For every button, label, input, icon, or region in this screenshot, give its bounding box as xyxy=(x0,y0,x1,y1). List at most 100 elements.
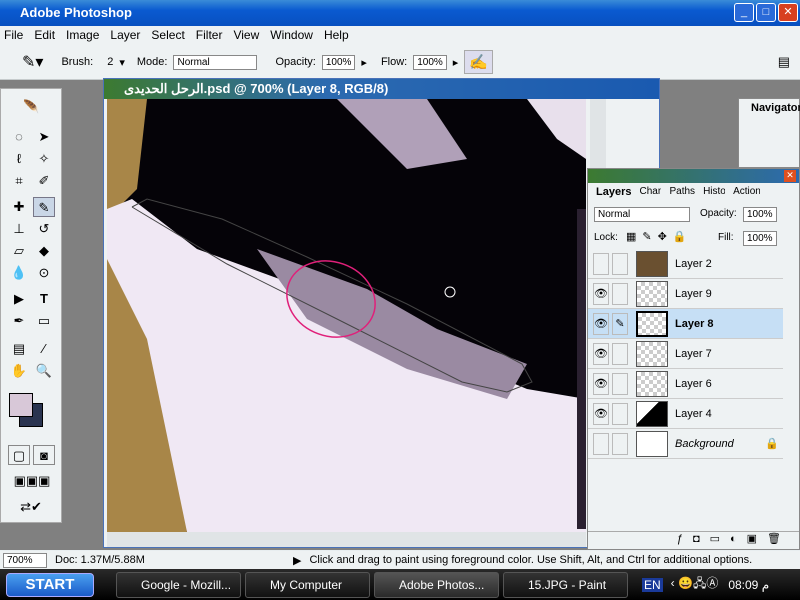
brush-size-picker[interactable]: 2 xyxy=(107,56,113,68)
link-toggle[interactable] xyxy=(612,402,628,425)
brush-tool-preset-icon[interactable]: ✎▾ xyxy=(22,52,43,72)
layer-row[interactable]: 👁 Layer 4 xyxy=(588,399,783,429)
flow-input[interactable]: 100% xyxy=(413,54,447,70)
eye-icon[interactable]: 👁 xyxy=(593,372,609,395)
visibility-toggle[interactable] xyxy=(593,432,609,455)
link-toggle[interactable] xyxy=(612,342,628,365)
task-paint[interactable]: 15.JPG - Paint xyxy=(503,571,628,598)
flow-slider-arrow[interactable]: ▸ xyxy=(453,56,459,69)
layer-opacity-label: Opacity: xyxy=(700,208,737,219)
layer-thumbnail xyxy=(636,340,668,367)
horizontal-scrollbar[interactable] xyxy=(107,532,586,547)
layer-row[interactable]: 👁 Layer 7 xyxy=(588,339,783,369)
opacity-input[interactable]: 100% xyxy=(321,54,356,70)
tab-layers[interactable]: Layers xyxy=(596,186,631,198)
layer-row[interactable]: 👁 Layer 6 xyxy=(588,369,783,399)
zoom-tool-icon[interactable]: 🔍 xyxy=(33,361,55,381)
hand-tool-icon[interactable]: ✋ xyxy=(8,361,30,381)
paint-bucket-icon[interactable]: ◆ xyxy=(33,241,55,261)
tab-navigator[interactable]: Navigator xyxy=(739,99,800,114)
marquee-tool-icon[interactable]: ◌ xyxy=(8,127,30,147)
brush-tool-icon[interactable]: ✎ xyxy=(33,197,55,217)
quick-mask-icon[interactable]: ◙ xyxy=(33,445,55,465)
task-photoshop[interactable]: Adobe Photos... xyxy=(374,571,499,598)
dodge-tool-icon[interactable]: ⊙ xyxy=(33,263,55,283)
menu-layer[interactable]: Layer xyxy=(110,28,140,45)
airbrush-icon[interactable]: ✍ xyxy=(464,50,494,74)
canvas[interactable] xyxy=(107,99,586,532)
close-button[interactable]: ✕ xyxy=(778,3,798,22)
layer-row[interactable]: 👁 Layer 9 xyxy=(588,279,783,309)
menu-select[interactable]: Select xyxy=(151,28,184,45)
layer-opacity-input[interactable]: 100% xyxy=(743,207,777,222)
lock-label: Lock: xyxy=(594,232,618,243)
brush-icon[interactable]: ✎ xyxy=(612,312,628,335)
mode-select[interactable]: Normal xyxy=(173,54,258,70)
tray-icons[interactable]: ‹ 😀🖧Ⓐ xyxy=(671,574,719,595)
lock-icons[interactable]: ▦✎✥🔒 xyxy=(626,230,693,243)
brush-label: Brush: xyxy=(61,56,94,68)
path-selection-icon[interactable]: ▶ xyxy=(8,289,30,309)
layer-row-selected[interactable]: 👁 ✎ Layer 8 xyxy=(588,309,783,339)
lasso-tool-icon[interactable]: ℓ xyxy=(8,149,30,169)
eyedropper-icon[interactable]: ⁄ xyxy=(33,339,55,359)
healing-brush-icon[interactable]: ✚ xyxy=(8,197,30,217)
fill-input[interactable]: 100% xyxy=(743,231,777,246)
menu-help[interactable]: Help xyxy=(324,28,349,45)
layer-row[interactable]: Layer 2 xyxy=(588,249,783,279)
title-bar: Adobe Photoshop xyxy=(0,0,800,26)
task-my-computer[interactable]: My Computer xyxy=(245,571,370,598)
move-tool-icon[interactable]: ➤ xyxy=(33,127,55,147)
slice-tool-icon[interactable]: ✐ xyxy=(33,171,55,191)
rectangle-tool-icon[interactable]: ▭ xyxy=(33,311,55,331)
tab-paths[interactable]: Paths xyxy=(669,186,695,198)
menu-filter[interactable]: Filter xyxy=(196,28,223,45)
layer-row[interactable]: Background 🔒 xyxy=(588,429,783,459)
start-button[interactable]: START xyxy=(6,572,94,597)
opacity-slider-arrow[interactable]: ▸ xyxy=(361,56,367,69)
history-brush-icon[interactable]: ↺ xyxy=(33,219,55,239)
zoom-level-input[interactable]: 700% xyxy=(3,552,47,568)
palette-well-icon[interactable]: ▤ xyxy=(778,54,790,70)
blend-mode-select[interactable]: Normal xyxy=(594,207,690,222)
magic-wand-icon[interactable]: ✧ xyxy=(33,149,55,169)
screen-mode-icons[interactable]: ▣▣▣ xyxy=(5,471,59,491)
maximize-button[interactable]: □ xyxy=(756,3,776,22)
jump-to-imageready-icon[interactable]: ⇄✔ xyxy=(8,497,54,517)
standard-mode-icon[interactable]: ▢ xyxy=(8,445,30,465)
menu-image[interactable]: Image xyxy=(66,28,99,45)
minimize-button[interactable]: _ xyxy=(734,3,754,22)
visibility-toggle[interactable] xyxy=(593,252,609,275)
menu-edit[interactable]: Edit xyxy=(34,28,55,45)
menu-window[interactable]: Window xyxy=(270,28,313,45)
eye-icon[interactable]: 👁 xyxy=(593,402,609,425)
menu-view[interactable]: View xyxy=(233,28,259,45)
crop-tool-icon[interactable]: ⌗ xyxy=(8,171,30,191)
eye-icon[interactable]: 👁 xyxy=(593,342,609,365)
notes-tool-icon[interactable]: ▤ xyxy=(8,339,30,359)
panel-close-icon[interactable]: ✕ xyxy=(784,170,796,182)
pen-tool-icon[interactable]: ✒ xyxy=(8,311,30,331)
layer-name: Layer 9 xyxy=(675,287,712,300)
link-toggle[interactable] xyxy=(612,282,628,305)
link-toggle[interactable] xyxy=(612,432,628,455)
eye-icon[interactable]: 👁 xyxy=(593,312,609,335)
doc-size[interactable]: Doc: 1.37M/5.88M xyxy=(55,554,205,566)
foreground-color-swatch[interactable] xyxy=(9,393,33,417)
tab-actions[interactable]: Actions xyxy=(733,186,760,198)
clone-stamp-icon[interactable]: ⊥ xyxy=(8,219,30,239)
tab-history[interactable]: History xyxy=(703,186,725,198)
task-firefox[interactable]: Google - Mozill... xyxy=(116,571,241,598)
tab-channels[interactable]: Channels xyxy=(639,186,661,198)
link-toggle[interactable] xyxy=(612,252,628,275)
menu-file[interactable]: File xyxy=(4,28,23,45)
link-toggle[interactable] xyxy=(612,372,628,395)
eye-icon[interactable]: 👁 xyxy=(593,282,609,305)
type-tool-icon[interactable]: T xyxy=(33,289,55,309)
brush-dropdown-icon[interactable]: ▾ xyxy=(119,56,125,69)
layer-panel-buttons[interactable]: ƒ◘▭◐▣🗑 xyxy=(588,531,799,549)
status-arrow-icon[interactable]: ▶ xyxy=(293,554,301,567)
eraser-icon[interactable]: ▱ xyxy=(8,241,30,261)
blur-tool-icon[interactable]: 💧 xyxy=(8,263,30,283)
language-indicator[interactable]: EN xyxy=(642,577,663,592)
